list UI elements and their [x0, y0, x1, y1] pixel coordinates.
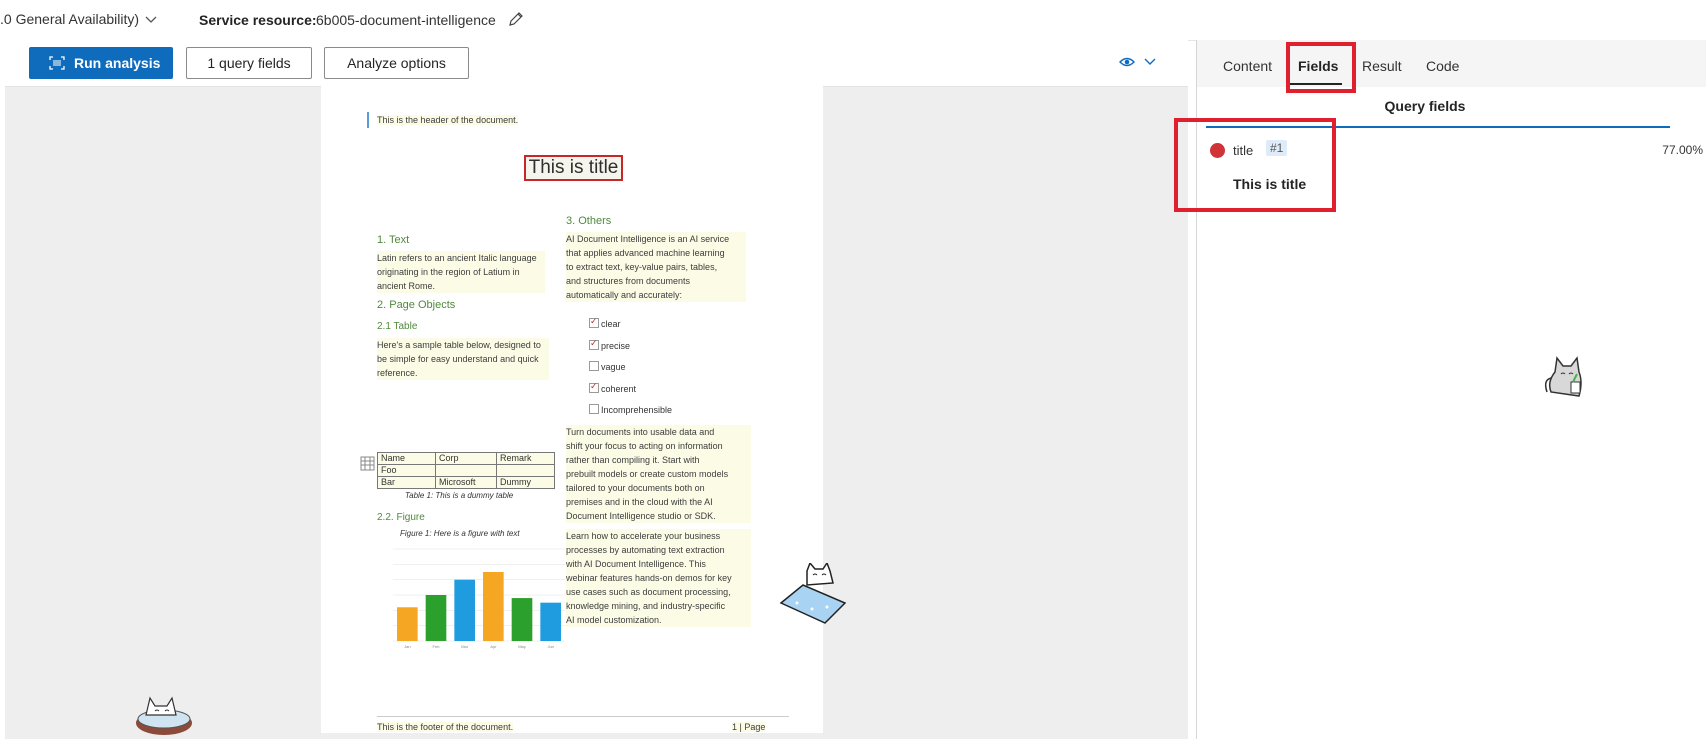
- chevron-down-icon[interactable]: [144, 12, 158, 26]
- footer-divider: [377, 716, 789, 717]
- query-fields-title: Query fields: [1384, 98, 1466, 114]
- para2: Turn documents into usable data and shif…: [566, 425, 751, 523]
- document-page: This is the header of the document. This…: [321, 86, 847, 733]
- sec1-body: Latin refers to an ancient Italic langua…: [377, 251, 545, 293]
- table-cell: Bar: [377, 476, 436, 489]
- bar-chart: Jan Feb Mar Apr May Jun: [393, 548, 565, 649]
- doc-header: This is the header of the document.: [377, 115, 519, 125]
- analyze-options-button[interactable]: Analyze options: [324, 47, 469, 79]
- table-row: Bar Microsoft Dummy: [377, 476, 555, 489]
- cat-sticker-drink: [1544, 356, 1582, 397]
- sec21-heading: 2.1 Table: [377, 321, 418, 332]
- eye-icon[interactable]: [1118, 53, 1160, 71]
- table-caption: Table 1: This is a dummy table: [405, 491, 514, 500]
- top-bar: .0 General Availability) Service resourc…: [0, 0, 1706, 41]
- chart-xtick-label: Feb: [433, 644, 441, 649]
- tab-content[interactable]: Content: [1223, 58, 1272, 74]
- sec22-heading: 2.2. Figure: [377, 512, 425, 523]
- viewer-toolbar: Run analysis 1 query fields Analyze opti…: [5, 40, 1188, 87]
- document-viewer: Run analysis 1 query fields Analyze opti…: [5, 40, 1188, 739]
- doc-table: Name Corp Remark Foo Bar Microsoft Dummy: [377, 452, 555, 489]
- para3: Learn how to accelerate your business pr…: [566, 529, 751, 627]
- checkbox-checked: [589, 337, 599, 350]
- panel-tabs: Content Fields Result Code: [1197, 40, 1706, 87]
- table-cell: [435, 464, 497, 477]
- table-cell: [496, 464, 555, 477]
- chart-bar: [511, 598, 533, 641]
- service-resource-value: 6b005-document-intelligence: [316, 12, 496, 28]
- sec3-body: AI Document Intelligence is an AI servic…: [566, 232, 746, 302]
- highlight-box-fields-tab: [1286, 42, 1356, 93]
- tab-result[interactable]: Result: [1362, 58, 1402, 74]
- chart-xtick-label: Jun: [547, 644, 553, 649]
- api-version-selector[interactable]: .0 General Availability): [0, 11, 139, 27]
- figure-caption: Figure 1: Here is a figure with text: [400, 529, 520, 538]
- pencil-icon[interactable]: [507, 11, 524, 28]
- table-cell: Corp: [435, 452, 497, 465]
- checkbox-item: coherent: [589, 380, 636, 395]
- tab-code[interactable]: Code: [1426, 58, 1459, 74]
- checkbox-item: Incomprehensible: [589, 404, 672, 416]
- chart-bar: [454, 579, 475, 641]
- table-cell: Microsoft: [435, 476, 497, 489]
- checkbox-checked: [589, 315, 599, 328]
- cat-sticker-bed: [779, 563, 847, 624]
- sec2-heading: 2. Page Objects: [377, 299, 456, 311]
- checkbox-item: vague: [589, 361, 626, 373]
- chart-xtick-label: Apr: [490, 644, 497, 649]
- results-panel: Content Fields Result Code Query fields …: [1174, 40, 1706, 739]
- sec21-body: Here's a sample table below, designed to…: [377, 338, 549, 380]
- doc-title[interactable]: This is title: [524, 155, 623, 181]
- table-row: Name Corp Remark: [377, 452, 555, 465]
- table-cell: Name: [377, 452, 436, 465]
- run-analysis-label: Run analysis: [74, 55, 161, 71]
- doc-footer-right: 1 | Page: [732, 722, 766, 732]
- scan-icon: [49, 56, 65, 70]
- chart-bar: [483, 572, 504, 641]
- chart-xtick-label: Jan: [404, 644, 410, 649]
- checkbox-unchecked: [589, 361, 599, 371]
- table-icon[interactable]: [360, 456, 375, 471]
- run-analysis-button[interactable]: Run analysis: [29, 47, 173, 79]
- table-row: Foo: [377, 464, 555, 477]
- cat-sticker-basket: [136, 696, 192, 735]
- table-cell: Remark: [496, 452, 555, 465]
- doc-footer-left: This is the footer of the document.: [377, 722, 514, 732]
- chart-xtick-label: Mar: [461, 644, 469, 649]
- table-cell: Foo: [377, 464, 436, 477]
- checkbox-unchecked: [589, 404, 599, 414]
- sec3-heading: 3. Others: [566, 215, 612, 227]
- checkbox-item: clear: [589, 315, 621, 330]
- table-cell: Dummy: [496, 476, 555, 489]
- chart-bar: [540, 602, 561, 641]
- sec1-heading: 1. Text: [377, 234, 410, 246]
- query-fields-button[interactable]: 1 query fields: [186, 47, 312, 79]
- field-confidence: 77.00%: [1662, 143, 1703, 157]
- checkbox-item: precise: [589, 337, 630, 352]
- chart-bar: [425, 595, 447, 641]
- highlight-box-field: [1174, 118, 1336, 212]
- header-marker: [367, 112, 369, 128]
- checkbox-checked: [589, 380, 599, 393]
- service-resource-label: Service resource:: [199, 12, 317, 28]
- chart-bar: [397, 607, 418, 641]
- chart-xtick-label: May: [518, 644, 526, 649]
